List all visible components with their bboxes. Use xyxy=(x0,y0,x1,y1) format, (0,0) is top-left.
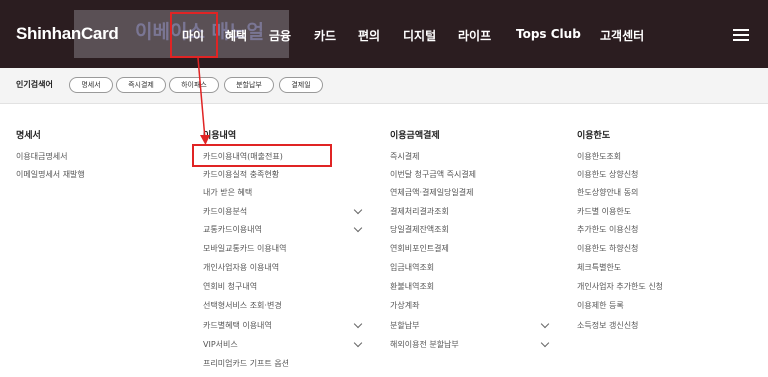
annotation-arrow xyxy=(197,57,210,145)
